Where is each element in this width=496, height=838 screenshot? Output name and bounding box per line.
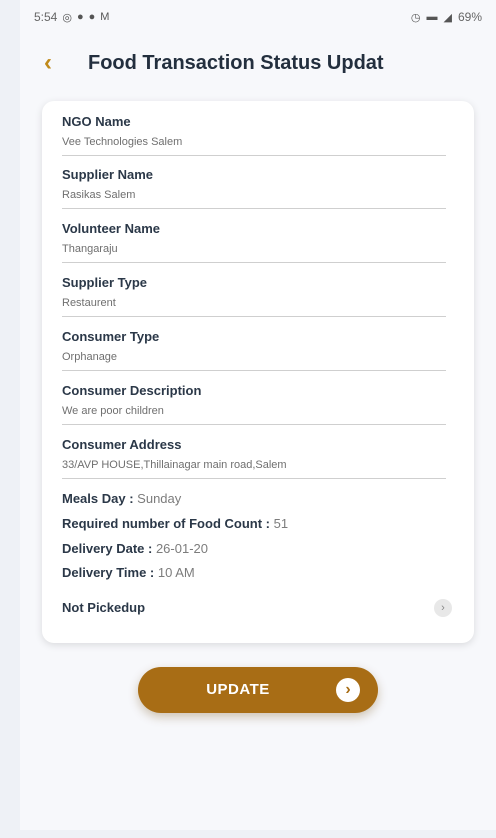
status-label: Not Pickedup [62, 600, 146, 615]
status-left: 5:54 ◎ ● ● M [34, 10, 109, 24]
food-count-label: Required number of Food Count : [62, 516, 270, 531]
field-label: Consumer Description [62, 383, 202, 398]
meals-day-label: Meals Day : [62, 491, 134, 506]
gmail-icon: M [100, 11, 110, 23]
update-button[interactable]: UPDATE › [138, 667, 378, 713]
notification-icon: ● [76, 11, 84, 23]
field-value: Vee Technologies Salem [62, 136, 446, 156]
signal-icon: ◢ [443, 11, 452, 24]
field-value: Thangaraju [62, 243, 446, 263]
update-button-label: UPDATE [206, 681, 270, 698]
delivery-time-label: Delivery Time : [62, 565, 155, 580]
status-right: ◷ ▬ ◢ 69% [411, 10, 482, 24]
status-bar: 5:54 ◎ ● ● M ◷ ▬ ◢ 69% [20, 0, 496, 32]
delivery-date-value: 26-01-20 [155, 541, 208, 556]
field-supplier-type: Supplier Type Restaurent [62, 275, 446, 317]
alarm-icon: ◷ [410, 11, 421, 24]
back-button[interactable]: ‹ [34, 46, 62, 80]
food-count-value: 51 [273, 516, 289, 531]
status-selector[interactable]: Not Pickedup › [62, 598, 452, 620]
field-label: Consumer Address [62, 437, 182, 452]
field-value: Orphanage [62, 351, 446, 371]
food-count-row: Required number of Food Count : 51 [62, 516, 288, 531]
field-volunteer-name: Volunteer Name Thangaraju [62, 221, 446, 263]
chevron-right-icon: › [336, 678, 360, 702]
field-supplier-name: Supplier Name Rasikas Salem [62, 167, 446, 209]
field-value: Restaurent [62, 297, 446, 317]
chevron-left-icon: ‹ [44, 49, 52, 76]
meals-day-value: Sunday [137, 491, 182, 506]
field-label: NGO Name [62, 114, 131, 129]
field-consumer-address: Consumer Address 33/AVP HOUSE,Thillainag… [62, 437, 446, 479]
status-time: 5:54 [34, 10, 58, 24]
volte-icon: ▬ [426, 11, 438, 23]
field-value: 33/AVP HOUSE,Thillainagar main road,Sale… [62, 459, 446, 479]
field-label: Supplier Name [62, 167, 154, 182]
field-consumer-description: Consumer Description We are poor childre… [62, 383, 446, 425]
transaction-card: NGO Name Vee Technologies Salem Supplier… [42, 101, 474, 643]
notification-icon: ● [88, 11, 96, 23]
delivery-time-value: 10 AM [157, 565, 195, 580]
meals-day-row: Meals Day : Sunday [62, 491, 181, 506]
battery-level: 69% [457, 10, 482, 24]
delivery-date-label: Delivery Date : [62, 541, 153, 556]
field-ngo-name: NGO Name Vee Technologies Salem [62, 114, 446, 156]
chevron-right-icon: › [434, 599, 452, 617]
delivery-date-row: Delivery Date : 26-01-20 [62, 541, 208, 556]
field-consumer-type: Consumer Type Orphanage [62, 329, 446, 371]
phone-screen: 5:54 ◎ ● ● M ◷ ▬ ◢ 69% ‹ Food Transactio… [20, 0, 496, 830]
field-label: Supplier Type [62, 275, 147, 290]
field-value: Rasikas Salem [62, 189, 446, 209]
field-label: Consumer Type [62, 329, 160, 344]
whatsapp-icon: ◎ [62, 11, 72, 24]
page-title: Food Transaction Status Updat [88, 52, 384, 74]
field-value: We are poor children [62, 405, 446, 425]
delivery-time-row: Delivery Time : 10 AM [62, 565, 195, 580]
field-label: Volunteer Name [62, 221, 161, 236]
app-header: ‹ Food Transaction Status Updat [20, 44, 496, 84]
